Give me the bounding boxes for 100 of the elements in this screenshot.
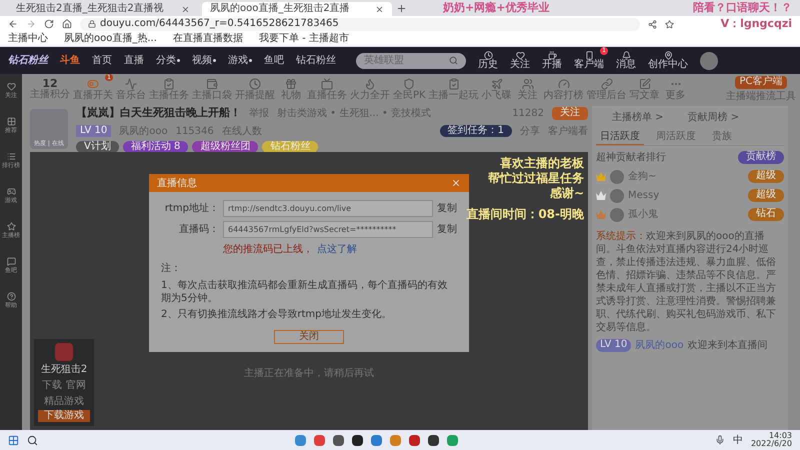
header-action[interactable]: 关注 bbox=[510, 51, 530, 70]
share-icon[interactable] bbox=[648, 20, 657, 28]
nav-link[interactable]: 钻石粉丝 bbox=[296, 53, 336, 68]
wave-icon bbox=[125, 78, 137, 90]
star-icon bbox=[6, 222, 16, 231]
input-field[interactable]: 64443567rmLgfyEld?wsSecret=********** bbox=[223, 221, 433, 238]
game-card[interactable]: 生死狙击2 下载 官网 精品游戏 下载游戏 bbox=[34, 338, 94, 426]
flame-icon bbox=[364, 78, 376, 90]
home-icon[interactable] bbox=[62, 19, 72, 29]
game-stat: 下载 bbox=[42, 378, 62, 392]
logo[interactable]: 钻石粉丝 bbox=[8, 53, 48, 68]
taskbar-app-icon[interactable] bbox=[332, 434, 344, 446]
overlay-caption: 帮忙过过福星任务 bbox=[488, 171, 584, 186]
taskbar-app-icon[interactable] bbox=[352, 434, 363, 446]
field-label: rtmp地址： bbox=[164, 202, 219, 216]
back-icon[interactable] bbox=[8, 19, 18, 29]
download-button[interactable]: 下载游戏 bbox=[38, 410, 90, 422]
help-icon bbox=[6, 292, 16, 301]
link-icon bbox=[600, 78, 613, 90]
welcome-text: 欢迎来到本直播间 bbox=[688, 338, 768, 353]
gamepad-icon bbox=[6, 187, 16, 196]
reload-icon[interactable] bbox=[44, 19, 54, 29]
header-action[interactable]: 创作中心 bbox=[648, 51, 688, 70]
pc-client-button[interactable]: PC客户端 bbox=[735, 76, 786, 89]
input-field[interactable]: rtmp://sendtc3.douyu.com/live bbox=[223, 200, 433, 217]
bookmark[interactable]: 我要下单 - 主播超市 bbox=[258, 34, 349, 44]
address-bar[interactable]: douyu.com/64443567_r=0.5416528621783465 bbox=[80, 18, 640, 30]
overlay-caption: 喜欢主播的老板 bbox=[500, 156, 584, 171]
nav-link[interactable]: 鱼吧 bbox=[264, 53, 284, 68]
ime-indicator[interactable]: 中 bbox=[732, 432, 743, 448]
heart-icon bbox=[6, 82, 16, 91]
brand-logo[interactable]: 斗鱼 bbox=[60, 53, 80, 68]
close-icon[interactable] bbox=[451, 178, 461, 188]
phone-icon bbox=[584, 51, 594, 60]
tag[interactable]: 福利活动 8 bbox=[122, 140, 188, 153]
task-badge[interactable]: 签到任务：1 bbox=[440, 124, 512, 138]
close-button[interactable]: 关闭 bbox=[274, 330, 344, 344]
nav-link[interactable]: 游戏 bbox=[228, 53, 252, 68]
copy-button[interactable]: 复制 bbox=[437, 222, 457, 237]
note-text: 1、每次点击获取推流码都会重新生成直播码，每个直播码的有效期为5分钟。 bbox=[161, 280, 448, 305]
start-icon[interactable] bbox=[8, 434, 19, 446]
nav-link[interactable]: 直播 bbox=[124, 53, 144, 68]
close-icon[interactable] bbox=[181, 4, 190, 14]
tag[interactable]: 超级粉丝团 bbox=[192, 140, 258, 153]
dialog-title: 直播信息 bbox=[157, 176, 197, 190]
bookmark[interactable]: 夙夙的ooo直播_热... bbox=[64, 34, 157, 44]
rank-button[interactable]: 贡献榜 bbox=[738, 151, 784, 164]
bookmark[interactable]: 主播中心 bbox=[8, 34, 48, 44]
pen-icon bbox=[638, 78, 651, 90]
new-tab-icon[interactable] bbox=[396, 3, 407, 14]
user-name[interactable]: 金狗~ bbox=[628, 169, 656, 184]
pin-icon bbox=[664, 51, 672, 60]
gift-icon bbox=[285, 78, 297, 90]
search-icon[interactable] bbox=[27, 434, 38, 446]
bell-icon bbox=[622, 51, 630, 60]
tv-icon bbox=[321, 78, 333, 90]
bookmark[interactable]: 在直播直播数据 bbox=[172, 34, 243, 44]
header-action[interactable]: 历史 bbox=[478, 51, 498, 70]
stream-title: 【岚岚】白天生死狙击晚上开船！ bbox=[76, 105, 241, 121]
follow-button[interactable]: 关注 bbox=[552, 107, 588, 120]
dropdown-dot-icon bbox=[213, 59, 216, 62]
panel-link[interactable]: 贡献周榜 > bbox=[688, 110, 740, 125]
browser-tab[interactable]: 夙夙的ooo直播_生死狙击2直播 bbox=[202, 2, 392, 16]
copy-button[interactable]: 复制 bbox=[437, 201, 457, 216]
close-icon[interactable] bbox=[375, 4, 384, 14]
panel-link[interactable]: 主播榜单 > bbox=[612, 110, 664, 125]
panel-tab[interactable]: 周活跃度 bbox=[652, 129, 700, 145]
avatar[interactable] bbox=[700, 52, 718, 70]
nav-link[interactable]: 首页 bbox=[92, 53, 112, 68]
level-badge: LV 10 bbox=[596, 339, 632, 352]
dropdown-dot-icon bbox=[249, 59, 252, 62]
microphone-icon[interactable] bbox=[714, 435, 725, 445]
user-name[interactable]: Messy bbox=[628, 188, 660, 203]
learn-more-link[interactable]: 点这了解 bbox=[317, 242, 357, 257]
cup-icon bbox=[548, 51, 556, 60]
panel-tab[interactable]: 贵族 bbox=[708, 129, 736, 145]
user-name[interactable]: 孤小鬼 bbox=[628, 207, 658, 222]
header-action[interactable]: 消息 bbox=[616, 51, 636, 70]
heart-icon bbox=[516, 51, 524, 60]
lock-icon bbox=[88, 20, 96, 28]
tag[interactable]: V计划 bbox=[76, 140, 119, 153]
gauge-icon bbox=[558, 78, 570, 90]
url-text: douyu.com/64443567_r=0.5416528621783465 bbox=[100, 19, 339, 29]
user-badge: 超级 bbox=[748, 170, 784, 183]
game-logo-icon bbox=[55, 342, 73, 360]
panel-tab[interactable]: 日活跃度 bbox=[596, 129, 644, 145]
dropdown-dot-icon bbox=[177, 59, 180, 62]
clipboard-icon bbox=[448, 78, 460, 90]
user-badge: 超级 bbox=[748, 189, 784, 202]
header-action[interactable]: 开播 bbox=[542, 51, 562, 70]
taskbar-app-icon[interactable] bbox=[428, 434, 439, 446]
game-tag: 精品游戏 bbox=[44, 394, 84, 408]
nav-link[interactable]: 视频 bbox=[192, 53, 216, 68]
nav-link[interactable]: 分类 bbox=[156, 53, 180, 68]
star-icon[interactable] bbox=[665, 20, 674, 28]
game-title: 生死狙击2 bbox=[40, 362, 88, 376]
chat-icon bbox=[6, 257, 16, 266]
clock[interactable]: 14:03 2022/6/20 bbox=[750, 432, 792, 448]
people-icon bbox=[522, 78, 534, 90]
shield-icon bbox=[403, 78, 416, 90]
